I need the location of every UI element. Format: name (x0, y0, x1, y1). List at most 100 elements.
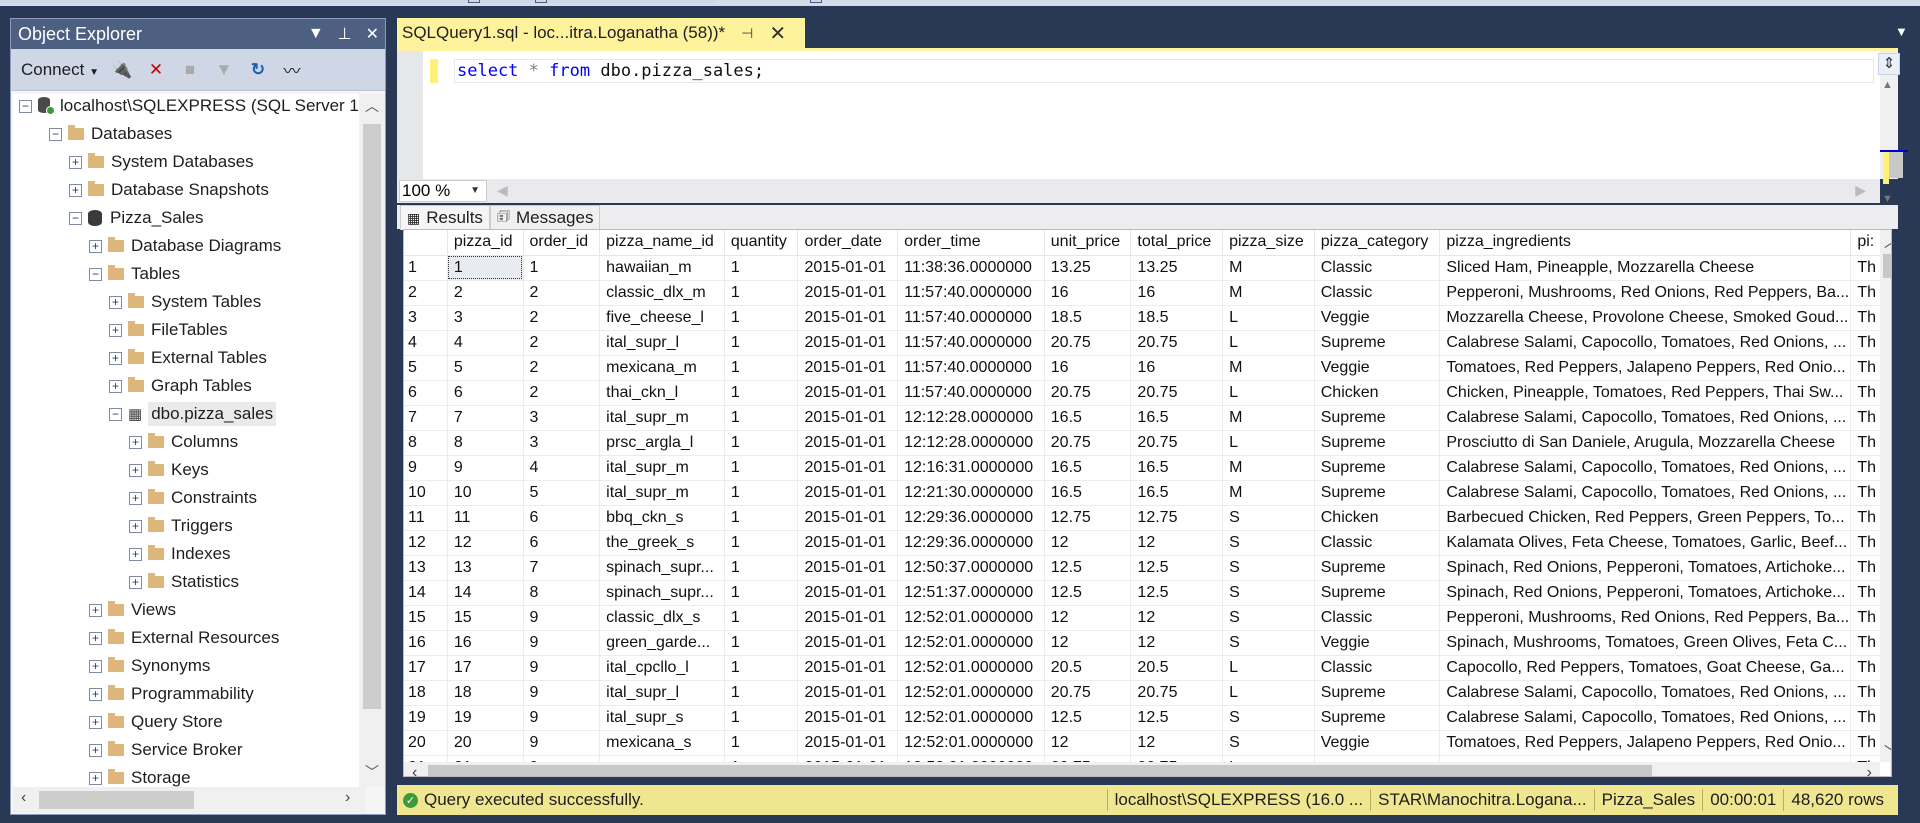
table-cell[interactable]: 12.5 (1130, 580, 1224, 606)
table-cell[interactable]: 12 (1044, 530, 1132, 556)
table-cell[interactable]: Capocollo, Red Peppers, Tomatoes, Goat C… (1439, 655, 1852, 681)
table-cell[interactable]: 1 (724, 605, 799, 631)
tree-node[interactable]: + Synonyms (89, 652, 210, 680)
table-cell[interactable]: L (1222, 655, 1315, 681)
column-header[interactable]: pizza_id (447, 230, 524, 256)
scroll-up-icon[interactable]: ︿ (1884, 232, 1891, 252)
table-cell[interactable]: 18.5 (1044, 305, 1132, 331)
pin-icon[interactable]: ⊥ (338, 24, 352, 44)
table-cell[interactable]: 20.75 (1130, 680, 1224, 706)
table-cell[interactable]: 7 (447, 405, 524, 431)
table-cell[interactable]: Spinach, Mushrooms, Tomatoes, Green Oliv… (1439, 630, 1852, 656)
table-cell[interactable]: ital_supr_m (599, 405, 725, 431)
table-cell[interactable]: 1 (724, 555, 799, 581)
tree-node[interactable]: + Indexes (129, 540, 231, 568)
table-cell[interactable]: 2015-01-01 (797, 405, 899, 431)
table-cell[interactable]: 2015-01-01 (797, 480, 899, 506)
row-number[interactable]: 4 (404, 330, 448, 356)
table-cell[interactable]: 2015-01-01 (797, 330, 899, 356)
table-cell[interactable]: 12.5 (1044, 555, 1132, 581)
table-cell[interactable]: bbq_ckn_s (599, 505, 725, 531)
table-cell[interactable]: 1 (724, 405, 799, 431)
expand-icon[interactable]: + (89, 603, 102, 617)
table-cell[interactable]: 2015-01-01 (797, 705, 899, 731)
scroll-thumb[interactable] (1889, 152, 1903, 178)
table-cell[interactable]: mexicana_m (599, 355, 725, 381)
tree-node[interactable]: + Service Broker (89, 736, 242, 764)
table-cell[interactable]: 2 (523, 380, 601, 406)
column-header[interactable]: order_date (797, 230, 899, 256)
column-header[interactable]: quantity (724, 230, 799, 256)
table-cell[interactable]: 16 (1130, 280, 1224, 306)
table-cell[interactable]: 2015-01-01 (797, 580, 899, 606)
table-cell[interactable]: 2015-01-01 (797, 455, 899, 481)
table-cell[interactable]: Pepperoni, Mushrooms, Red Onions, Red Pe… (1439, 605, 1852, 631)
table-row[interactable]: 6 6 2 thai_ckn_l 1 2015-01-01 11:57:40.0000000… (404, 380, 1891, 406)
table-cell[interactable]: 12 (1044, 605, 1132, 631)
table-cell[interactable]: the_greek_s (599, 530, 725, 556)
tree-node[interactable]: + Columns (129, 428, 238, 456)
table-cell[interactable]: M (1222, 405, 1315, 431)
table-cell[interactable]: 2 (523, 330, 601, 356)
table-cell[interactable]: Calabrese Salami, Capocollo, Tomatoes, R… (1439, 455, 1852, 481)
table-cell[interactable]: 12.5 (1130, 705, 1224, 731)
expand-icon[interactable]: + (69, 155, 82, 169)
disconnect-icon[interactable]: ✕ (145, 59, 167, 81)
scroll-thumb[interactable] (39, 791, 194, 809)
scroll-left-icon[interactable]: ‹ (412, 764, 417, 776)
collapse-icon[interactable]: − (69, 211, 82, 225)
column-header[interactable]: total_price (1130, 230, 1224, 256)
table-cell[interactable]: classic_dlx_s (599, 605, 725, 631)
table-cell[interactable]: 2015-01-01 (797, 630, 899, 656)
table-cell[interactable]: Mozzarella Cheese, Provolone Cheese, Smo… (1439, 305, 1852, 331)
table-cell[interactable]: 3 (523, 430, 601, 456)
table-cell[interactable]: ital_supr_m (599, 455, 725, 481)
table-cell[interactable]: 12:52:01.0000000 (897, 655, 1045, 681)
table-cell[interactable]: Supreme (1314, 555, 1441, 581)
table-cell[interactable]: S (1222, 705, 1315, 731)
table-cell[interactable]: 20 (447, 730, 524, 756)
split-editor-icon[interactable]: ⇕ (1878, 53, 1900, 75)
table-cell[interactable]: 1 (724, 255, 799, 281)
table-cell[interactable]: 7 (523, 555, 601, 581)
table-cell[interactable]: 20.5 (1130, 655, 1224, 681)
table-cell[interactable]: 2015-01-01 (797, 380, 899, 406)
table-cell[interactable]: 20.75 (1044, 330, 1132, 356)
table-cell[interactable]: 11:38:36.0000000 (897, 255, 1045, 281)
table-cell[interactable]: 6 (523, 530, 601, 556)
table-cell[interactable]: 1 (724, 480, 799, 506)
table-cell[interactable]: 11:57:40.0000000 (897, 330, 1045, 356)
table-cell[interactable]: 16 (1044, 280, 1132, 306)
row-number[interactable]: 12 (404, 530, 448, 556)
table-row[interactable]: 4 4 2 ital_supr_l 1 2015-01-01 11:57:40.000000… (404, 330, 1891, 356)
table-cell[interactable]: 12:21:30.0000000 (897, 480, 1045, 506)
table-cell[interactable]: 12 (1130, 730, 1224, 756)
tree-node[interactable]: − Tables (89, 260, 180, 288)
table-cell[interactable]: ital_supr_l (599, 680, 725, 706)
table-row[interactable]: 1 1 1 hawaiian_m 1 2015-01-01 11:38:36.0000000… (404, 255, 1891, 281)
table-cell[interactable]: 4 (523, 455, 601, 481)
tree-node[interactable]: + Keys (129, 456, 209, 484)
table-cell[interactable]: Calabrese Salami, Capocollo, Tomatoes, R… (1439, 480, 1852, 506)
table-cell[interactable]: 2015-01-01 (797, 505, 899, 531)
table-cell[interactable]: 14 (447, 580, 524, 606)
table-cell[interactable]: 12 (1130, 630, 1224, 656)
table-cell[interactable]: Calabrese Salami, Capocollo, Tomatoes, R… (1439, 405, 1852, 431)
table-cell[interactable]: 12:16:31.0000000 (897, 455, 1045, 481)
row-number[interactable]: 20 (404, 730, 448, 756)
tree-node[interactable]: + Query Store (89, 708, 223, 736)
scroll-left-icon[interactable]: ◀ (497, 182, 508, 199)
table-cell[interactable]: Calabrese Salami, Capocollo, Tomatoes, R… (1439, 705, 1852, 731)
table-cell[interactable]: 20.75 (1044, 680, 1132, 706)
table-cell[interactable]: 2 (523, 305, 601, 331)
toolbar-control[interactable] (468, 0, 480, 3)
table-cell[interactable]: 2015-01-01 (797, 555, 899, 581)
expand-icon[interactable]: + (129, 547, 142, 561)
query-line[interactable]: select * from dbo.pizza_sales; (454, 59, 1874, 83)
table-cell[interactable]: Kalamata Olives, Feta Cheese, Tomatoes, … (1439, 530, 1852, 556)
table-cell[interactable]: 5 (447, 355, 524, 381)
table-cell[interactable]: 1 (724, 505, 799, 531)
tree-node[interactable]: + Database Diagrams (89, 232, 281, 260)
row-number[interactable]: 18 (404, 680, 448, 706)
collapse-icon[interactable]: − (49, 127, 62, 141)
